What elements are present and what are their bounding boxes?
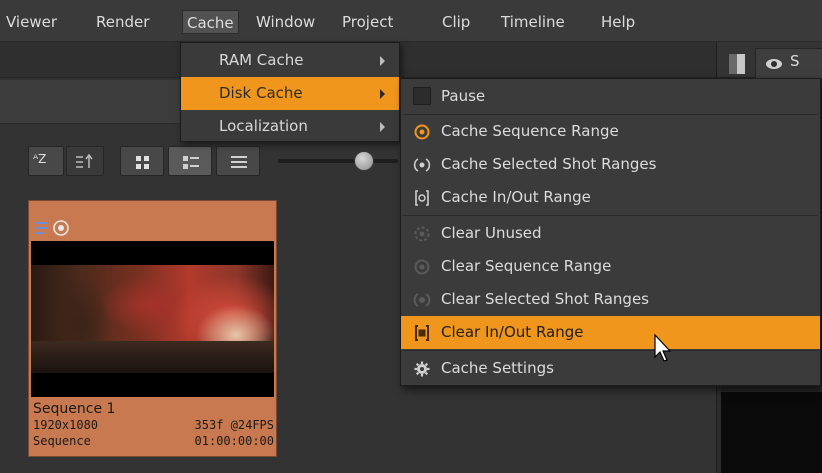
viewer-tab[interactable]: S [755, 48, 822, 78]
list-view-icon [231, 156, 247, 168]
menu-separator [403, 350, 818, 351]
menu-item-label: Clear Selected Shot Ranges [441, 290, 650, 308]
menu-item-cache-selected-shot-ranges[interactable]: Cache Selected Shot Ranges [401, 148, 820, 181]
clip-frames: 353f @24FPS [194, 418, 274, 432]
menu-item-cache-sequence-range[interactable]: Cache Sequence Range [401, 115, 820, 148]
menu-clip[interactable]: Clip [442, 11, 470, 33]
card-status-icons [35, 217, 79, 237]
menu-render[interactable]: Render [96, 11, 149, 33]
list-view-button[interactable] [216, 146, 260, 176]
zoom-slider[interactable] [278, 159, 398, 163]
thumbnail-floor [31, 341, 274, 373]
menu-item-label: Clear In/Out Range [441, 323, 584, 341]
submenu-arrow-icon [380, 122, 385, 132]
viewer-image [721, 392, 822, 473]
menu-project[interactable]: Project [342, 11, 393, 33]
submenu-arrow-icon [380, 89, 385, 99]
grid-view-button[interactable] [120, 146, 164, 176]
clip-timecode: 01:00:00:00 [194, 434, 274, 448]
menu-item-pause[interactable]: Pause [401, 80, 820, 113]
menu-separator [403, 215, 818, 216]
menu-item-clear-inout-range[interactable]: Clear In/Out Range [401, 316, 820, 349]
inout-range-icon [415, 190, 429, 206]
target-icon [53, 220, 69, 236]
clear-selected-icon [413, 293, 431, 307]
menu-item-label: Localization [219, 117, 308, 135]
detail-view-icon [183, 156, 199, 169]
menu-item-disk-cache[interactable]: Disk Cache [181, 77, 399, 110]
clip-resolution: 1920x1080 [33, 418, 99, 432]
grid-view-icon [136, 156, 149, 169]
selected-range-icon [413, 158, 431, 172]
menu-viewer[interactable]: Viewer [6, 11, 57, 33]
clip-thumbnail-card[interactable]: Sequence 1 1920x1080 353f @24FPS Sequenc… [28, 200, 277, 457]
menu-item-label: Disk Cache [219, 84, 303, 102]
menu-item-label: RAM Cache [219, 51, 304, 69]
menu-item-label: Clear Unused [441, 224, 542, 242]
menu-help[interactable]: Help [601, 11, 635, 33]
pause-checkbox[interactable] [413, 87, 431, 105]
menu-timeline[interactable]: Timeline [501, 11, 565, 33]
menu-item-cache-settings[interactable]: Cache Settings [401, 352, 820, 385]
menu-item-label: Clear Sequence Range [441, 257, 612, 275]
detail-view-button[interactable] [168, 146, 212, 176]
gear-icon [414, 361, 430, 377]
menu-cache[interactable]: Cache [182, 10, 239, 34]
orange-target-icon [414, 124, 430, 140]
cache-menu: RAM Cache Disk Cache Localization [180, 42, 400, 142]
sort-order-button[interactable] [66, 146, 104, 176]
mouse-cursor-icon [654, 334, 672, 362]
menu-item-ram-cache[interactable]: RAM Cache [181, 44, 399, 77]
disk-cache-submenu: Pause Cache Sequence Range Cache Selecte… [400, 78, 821, 386]
menu-item-label: Cache Sequence Range [441, 122, 619, 140]
menu-item-localization[interactable]: Localization [181, 110, 399, 143]
submenu-arrow-icon [380, 56, 385, 66]
clip-meta-row-2: Sequence 01:00:00:00 [33, 433, 274, 449]
color-swatch-icon[interactable] [729, 54, 745, 74]
clear-inout-icon [415, 325, 429, 341]
clear-unused-icon [414, 226, 430, 242]
menu-window[interactable]: Window [256, 11, 315, 33]
sort-az-button[interactable]: ᴬZ [28, 146, 64, 176]
sort-az-icon: ᴬZ [33, 152, 47, 166]
card-icons-group [35, 220, 69, 236]
menu-item-clear-sequence-range[interactable]: Clear Sequence Range [401, 250, 820, 283]
menu-item-label: Cache Settings [441, 359, 554, 377]
menu-item-label: Cache Selected Shot Ranges [441, 155, 657, 173]
menu-item-clear-selected-shot-ranges[interactable]: Clear Selected Shot Ranges [401, 283, 820, 316]
zoom-slider-handle[interactable] [354, 151, 374, 171]
menu-item-clear-unused[interactable]: Clear Unused [401, 217, 820, 250]
sort-order-icon [76, 153, 93, 168]
viewer-tab-label: S [790, 52, 800, 70]
menu-item-label: Cache In/Out Range [441, 188, 591, 206]
viewer-panel-header: S [717, 42, 822, 78]
clip-metadata: Sequence 1 1920x1080 353f @24FPS Sequenc… [33, 401, 274, 449]
clip-thumbnail-image [31, 241, 274, 397]
clip-meta-row-1: 1920x1080 353f @24FPS [33, 417, 274, 433]
clip-name: Sequence 1 [33, 401, 116, 417]
version-icon [35, 222, 47, 234]
eye-icon [766, 59, 782, 69]
menu-item-cache-inout-range[interactable]: Cache In/Out Range [401, 181, 820, 214]
menu-item-label: Pause [441, 87, 486, 105]
clear-sequence-icon [414, 259, 430, 275]
clip-type: Sequence [33, 434, 91, 448]
menu-bar: Viewer Render Cache Window Project Clip … [0, 0, 822, 42]
